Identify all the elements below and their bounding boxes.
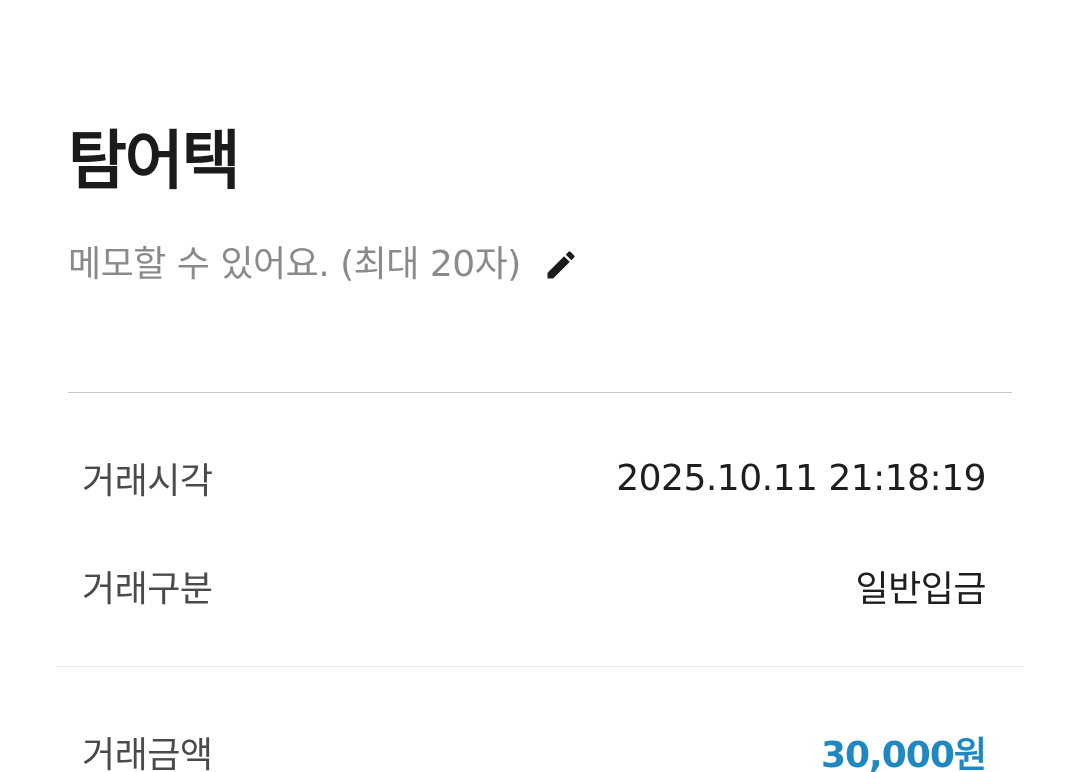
divider (56, 666, 1024, 667)
memo-placeholder: 메모할 수 있어요. (최대 20자) (68, 244, 521, 285)
transaction-detail-page: 탐어택 메모할 수 있어요. (최대 20자) 거래시각 2025.10.11 … (0, 0, 1080, 772)
transaction-time-row: 거래시각 2025.10.11 21:18:19 (82, 448, 986, 508)
transaction-amount-label: 거래금액 (82, 735, 213, 772)
transaction-time-value: 2025.10.11 21:18:19 (616, 457, 986, 499)
transaction-amount-row: 거래금액 30,000원 (82, 722, 987, 772)
transaction-time-label: 거래시각 (82, 461, 213, 502)
transaction-amount-value: 30,000원 (820, 735, 987, 772)
transaction-type-value: 일반입금 (855, 569, 987, 610)
memo-field[interactable]: 메모할 수 있어요. (최대 20자) (68, 242, 581, 288)
page-title: 탐어택 (68, 125, 241, 199)
divider (68, 392, 1012, 393)
pencil-icon[interactable] (541, 245, 581, 285)
transaction-type-label: 거래구분 (82, 569, 213, 610)
transaction-type-row: 거래구분 일반입금 (82, 556, 987, 616)
